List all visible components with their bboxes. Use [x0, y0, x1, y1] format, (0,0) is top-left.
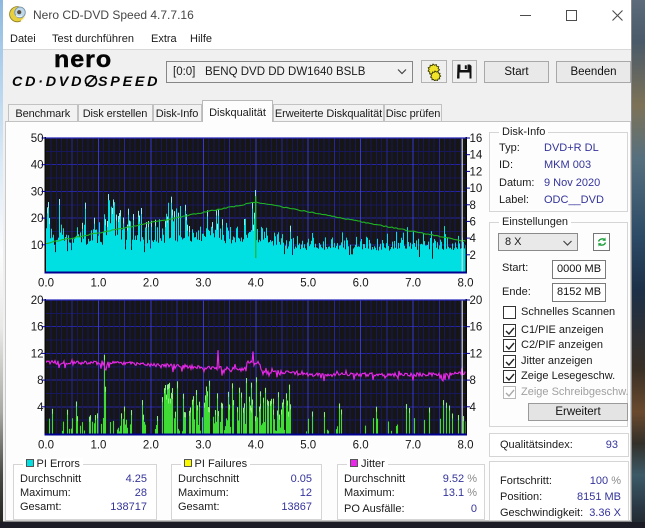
svg-text:5.0: 5.0: [300, 440, 316, 452]
svg-text:3.0: 3.0: [195, 440, 211, 452]
svg-text:20: 20: [31, 295, 44, 307]
svg-text:16: 16: [31, 322, 44, 334]
svg-text:4: 4: [470, 402, 477, 414]
svg-text:2.0: 2.0: [143, 278, 159, 290]
svg-text:7.0: 7.0: [405, 278, 421, 290]
svg-text:2.0: 2.0: [143, 440, 159, 452]
svg-text:10: 10: [470, 183, 483, 195]
svg-text:4: 4: [470, 233, 477, 245]
svg-text:10: 10: [31, 240, 44, 252]
svg-text:1.0: 1.0: [90, 278, 106, 290]
svg-text:4: 4: [37, 402, 44, 414]
svg-text:1.0: 1.0: [90, 440, 106, 452]
svg-text:4.0: 4.0: [248, 440, 264, 452]
svg-text:8.0: 8.0: [458, 278, 474, 290]
svg-text:6: 6: [470, 216, 476, 228]
svg-text:7.0: 7.0: [405, 440, 421, 452]
svg-text:16: 16: [470, 133, 483, 145]
svg-text:50: 50: [31, 133, 44, 145]
svg-text:6.0: 6.0: [353, 278, 369, 290]
svg-text:2: 2: [470, 250, 476, 262]
svg-text:30: 30: [31, 186, 44, 198]
svg-text:8: 8: [470, 375, 476, 387]
svg-text:8.0: 8.0: [458, 440, 474, 452]
svg-text:12: 12: [31, 348, 44, 360]
svg-text:8: 8: [37, 375, 43, 387]
svg-text:12: 12: [470, 348, 483, 360]
svg-text:5.0: 5.0: [300, 278, 316, 290]
svg-text:3.0: 3.0: [195, 278, 211, 290]
svg-text:6.0: 6.0: [353, 440, 369, 452]
svg-text:8: 8: [470, 200, 476, 212]
svg-text:20: 20: [470, 295, 483, 307]
svg-text:12: 12: [470, 166, 483, 178]
svg-text:40: 40: [31, 160, 44, 172]
svg-text:14: 14: [470, 150, 483, 162]
svg-text:4.0: 4.0: [248, 278, 264, 290]
svg-text:20: 20: [31, 213, 44, 225]
svg-text:0.0: 0.0: [38, 440, 54, 452]
svg-text:16: 16: [470, 322, 483, 334]
svg-text:0.0: 0.0: [38, 278, 54, 290]
